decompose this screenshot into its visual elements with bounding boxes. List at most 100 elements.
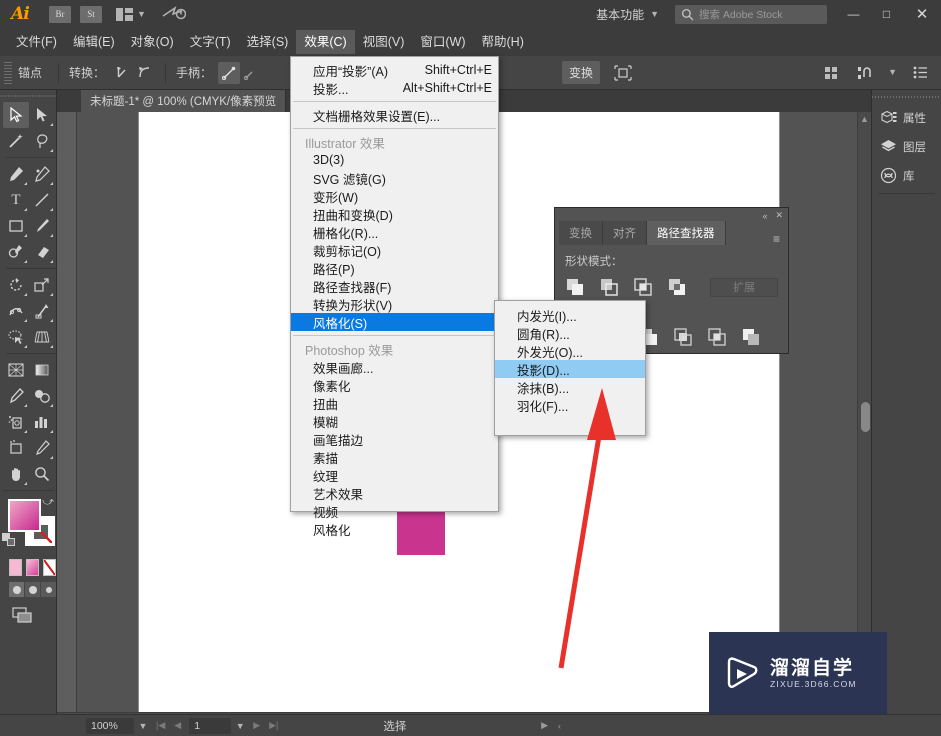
tools-panel-grip[interactable] [0,90,56,102]
vertical-scrollbar[interactable]: ▲ [857,112,871,712]
submenu-item-round-corners[interactable]: 圆角(R)... [495,324,645,342]
magic-wand-tool[interactable] [3,128,29,154]
submenu-item-outer-glow[interactable]: 外发光(O)... [495,342,645,360]
close-icon[interactable]: ✕ [775,210,783,221]
dock-item-libraries[interactable]: 库 [872,161,941,190]
menu-edit[interactable]: 编辑(E) [65,30,123,54]
menu-item-convert-to-shape[interactable]: 转换为形状(V) [291,295,498,313]
intersect-button[interactable] [633,277,653,297]
isolate-selection-icon[interactable] [612,62,634,84]
stock-search-input[interactable]: 搜索 Adobe Stock [675,4,827,24]
creative-cloud-icon[interactable] [162,5,187,24]
menu-item-rasterize[interactable]: 栅格化(R)... [291,223,498,241]
menu-item-video[interactable]: 视频 [291,502,498,520]
previous-artboard-icon[interactable]: ◀ [174,720,181,731]
screen-mode-button[interactable] [0,597,56,628]
menu-type[interactable]: 文字(T) [182,30,239,54]
menu-item-distort-transform[interactable]: 扭曲和变换(D) [291,205,498,223]
type-tool[interactable]: T [3,187,29,213]
minus-front-button[interactable] [599,277,619,297]
menu-file[interactable]: 文件(F) [8,30,65,54]
slice-tool[interactable] [29,435,55,461]
first-artboard-icon[interactable]: |◀ [156,720,165,731]
menu-item-apply-drop-shadow[interactable]: 应用“投影”(A) Shift+Ctrl+E [291,61,498,79]
menu-effect[interactable]: 效果(C) [296,30,355,54]
collapse-panel-icon[interactable]: « [762,211,767,221]
color-swatch-button[interactable] [9,559,22,576]
blend-tool[interactable] [29,383,55,409]
menu-item-pixelate[interactable]: 像素化 [291,376,498,394]
menu-item-3d[interactable]: 3D(3) [291,151,498,169]
draw-normal-button[interactable] [9,582,24,597]
menu-item-blur[interactable]: 模糊 [291,412,498,430]
gradient-tool[interactable] [29,357,55,383]
lasso-tool[interactable] [29,128,55,154]
pen-tool[interactable] [3,161,29,187]
symbol-sprayer-tool[interactable] [3,409,29,435]
shaper-pencil-tool[interactable] [3,239,29,265]
draw-behind-button[interactable] [25,582,40,597]
gradient-swatch-button[interactable] [26,559,39,576]
swap-fill-stroke-icon[interactable]: ⤻ [42,496,54,509]
align-grid-icon[interactable] [820,62,842,84]
paintbrush-tool[interactable] [29,213,55,239]
convert-to-smooth-icon[interactable] [133,62,155,84]
unite-button[interactable] [565,277,585,297]
menu-item-warp[interactable]: 变形(W) [291,187,498,205]
eyedropper-tool[interactable] [3,383,29,409]
mesh-tool[interactable] [3,357,29,383]
line-segment-tool[interactable] [29,187,55,213]
menu-item-sketch[interactable]: 素描 [291,448,498,466]
default-fill-stroke-icon[interactable] [2,533,16,547]
menu-item-svg-filters[interactable]: SVG 滤镜(G) [291,169,498,187]
shape-builder-tool[interactable] [3,324,29,350]
menu-item-texture[interactable]: 纹理 [291,466,498,484]
chevron-down-icon[interactable]: ▼ [888,68,897,77]
tab-transform[interactable]: 变换 [559,221,603,245]
last-artboard-icon[interactable]: ▶| [269,720,278,731]
effect-menu-dropdown[interactable]: 应用“投影”(A) Shift+Ctrl+E 投影... Alt+Shift+C… [290,56,499,538]
hand-tool[interactable] [3,461,29,487]
tab-pathfinder[interactable]: 路径查找器 [647,221,726,245]
menu-view[interactable]: 视图(V) [355,30,413,54]
dock-item-properties[interactable]: 属性 [872,103,941,132]
width-warp-tool[interactable] [3,298,29,324]
stock-icon[interactable]: St [80,5,102,23]
bridge-icon[interactable]: Br [49,5,71,23]
dock-item-layers[interactable]: 图层 [872,132,941,161]
menu-item-crop-marks[interactable]: 裁剪标记(O) [291,241,498,259]
artboard-dropdown-icon[interactable]: ▼ [231,721,249,731]
menu-item-brush-strokes[interactable]: 画笔描边 [291,430,498,448]
expand-button[interactable]: 扩展 [710,277,778,297]
menu-item-stylize[interactable]: 风格化(S) [291,313,498,331]
exclude-button[interactable] [667,277,687,297]
next-artboard-icon[interactable]: ▶ [253,720,260,731]
menu-item-pathfinder[interactable]: 路径查找器(F) [291,277,498,295]
hide-handles-icon[interactable] [240,62,262,84]
maximize-button[interactable]: □ [870,0,903,28]
fill-swatch[interactable] [8,499,41,532]
menu-item-ps-stylize[interactable]: 风格化 [291,520,498,538]
menu-help[interactable]: 帮助(H) [474,30,532,54]
scale-tool[interactable] [29,272,55,298]
menu-item-path[interactable]: 路径(P) [291,259,498,277]
close-button[interactable]: ✕ [903,0,941,28]
vertical-scrollbar-thumb[interactable] [861,402,870,432]
zoom-dropdown-icon[interactable]: ▼ [134,721,152,731]
minimize-button[interactable]: — [837,0,870,28]
scroll-up-icon[interactable]: ▲ [858,112,871,126]
document-setup-list-icon[interactable] [909,62,931,84]
menu-item-drop-shadow-dialog[interactable]: 投影... Alt+Shift+Ctrl+E [291,79,498,97]
merge-button[interactable] [673,327,693,347]
status-collapse-icon[interactable]: ‹ [558,721,561,731]
none-swatch-button[interactable] [43,559,56,576]
artboard-number-input[interactable]: 1 [189,717,232,734]
menu-select[interactable]: 选择(S) [239,30,297,54]
menu-item-effect-gallery[interactable]: 效果画廊... [291,358,498,376]
panel-menu-icon[interactable]: ≡ [773,233,788,245]
tab-align[interactable]: 对齐 [603,221,647,245]
right-dock-grip[interactable] [872,90,941,103]
zoom-tool[interactable] [29,461,55,487]
workspace-switcher[interactable]: 基本功能 ▼ [588,3,667,25]
snap-magnet-icon[interactable] [854,62,876,84]
